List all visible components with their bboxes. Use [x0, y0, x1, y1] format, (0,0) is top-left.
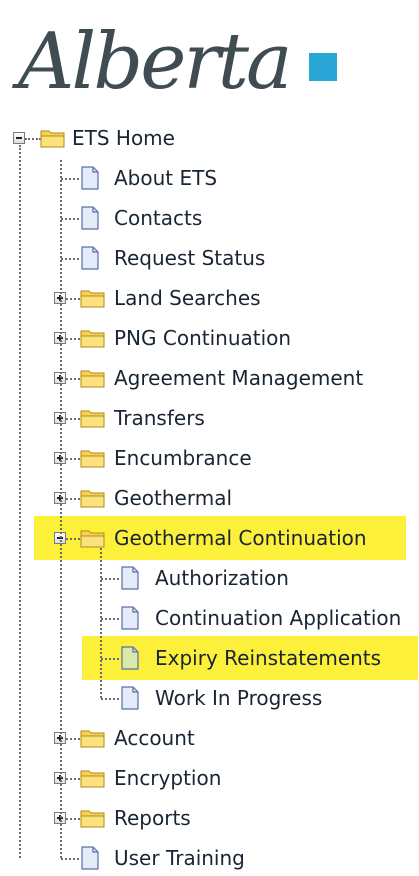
navigation-tree: ETS Home About ETS Contacts Request Status L… [0, 0, 419, 871]
connector-line [61, 178, 79, 180]
page-icon [120, 646, 140, 670]
folder-icon [80, 367, 106, 389]
collapse-toggle[interactable] [13, 132, 25, 144]
tree-item-encryption[interactable]: Encryption [114, 760, 221, 796]
page-icon [120, 566, 140, 590]
connector-line [66, 498, 80, 500]
connector-line [66, 818, 80, 820]
connector-line [60, 160, 62, 858]
connector-line [66, 778, 80, 780]
page-icon [80, 246, 100, 270]
tree-item-agreement-management[interactable]: Agreement Management [114, 360, 363, 396]
connector-line [19, 145, 21, 858]
tree-item-contacts[interactable]: Contacts [114, 200, 202, 236]
folder-icon [40, 127, 66, 149]
connector-line [66, 738, 80, 740]
tree-item-work-in-progress[interactable]: Work In Progress [155, 680, 322, 716]
connector-line [100, 548, 102, 698]
tree-item-reports[interactable]: Reports [114, 800, 191, 836]
folder-icon [80, 327, 106, 349]
connector-line [66, 458, 80, 460]
folder-icon [80, 447, 106, 469]
connector-line [61, 218, 79, 220]
connector-line [25, 138, 41, 140]
connector-line [101, 658, 119, 660]
tree-item-geothermal[interactable]: Geothermal [114, 480, 232, 516]
connector-line [66, 418, 80, 420]
page-icon [120, 606, 140, 630]
connector-line [101, 618, 119, 620]
connector-line [61, 858, 79, 860]
tree-item-geothermal-continuation[interactable]: Geothermal Continuation [114, 520, 367, 556]
folder-icon [80, 807, 106, 829]
page-icon [80, 206, 100, 230]
tree-item-about-ets[interactable]: About ETS [114, 160, 217, 196]
page-icon [80, 166, 100, 190]
tree-item-request-status[interactable]: Request Status [114, 240, 265, 276]
connector-line [66, 378, 80, 380]
connector-line [66, 338, 80, 340]
folder-icon [80, 407, 106, 429]
folder-icon [80, 767, 106, 789]
tree-item-png-continuation[interactable]: PNG Continuation [114, 320, 291, 356]
folder-icon [80, 527, 106, 549]
tree-item-authorization[interactable]: Authorization [155, 560, 289, 596]
folder-icon [80, 727, 106, 749]
connector-line [101, 578, 119, 580]
folder-icon [80, 487, 106, 509]
connector-line [66, 298, 80, 300]
connector-line [61, 258, 79, 260]
tree-item-ets-home[interactable]: ETS Home [72, 120, 175, 156]
tree-item-transfers[interactable]: Transfers [114, 400, 205, 436]
connector-line [66, 538, 80, 540]
folder-icon [80, 287, 106, 309]
tree-item-encumbrance[interactable]: Encumbrance [114, 440, 252, 476]
page-icon [80, 846, 100, 870]
page-icon [120, 686, 140, 710]
tree-item-continuation-application[interactable]: Continuation Application [155, 600, 401, 636]
tree-item-expiry-reinstatements[interactable]: Expiry Reinstatements [155, 640, 381, 676]
tree-item-land-searches[interactable]: Land Searches [114, 280, 261, 316]
tree-item-account[interactable]: Account [114, 720, 195, 756]
connector-line [101, 698, 119, 700]
